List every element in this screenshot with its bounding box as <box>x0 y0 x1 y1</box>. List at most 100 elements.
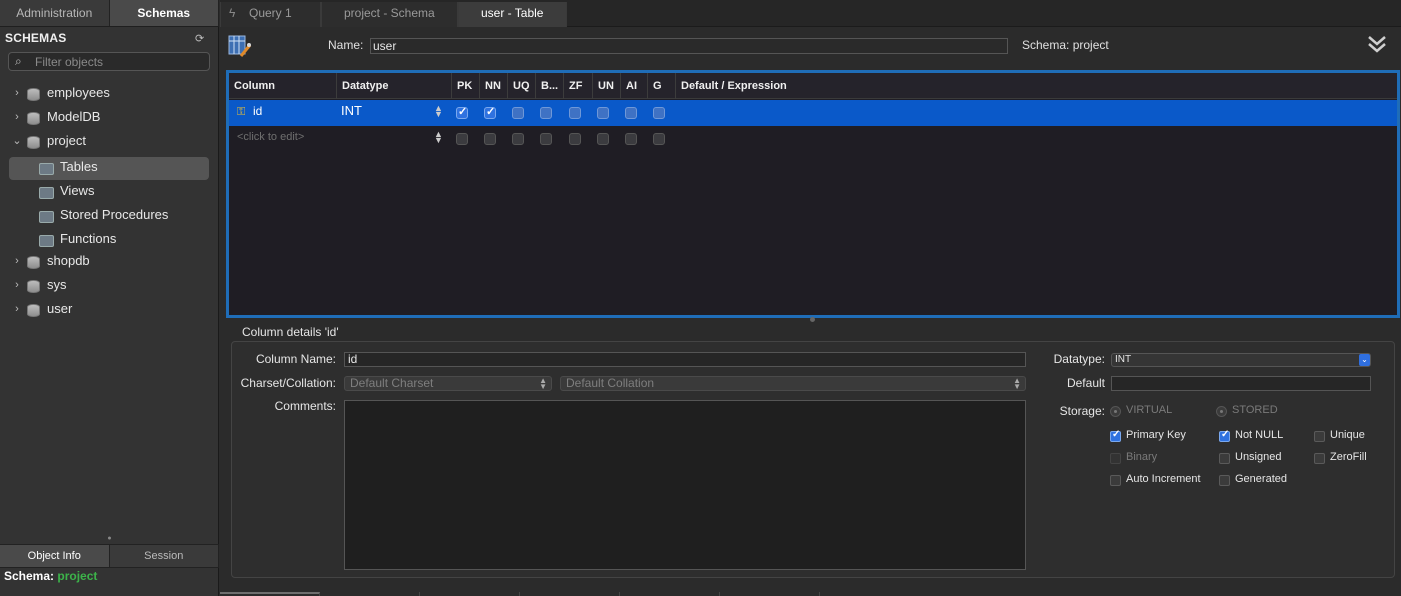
collation-select[interactable]: Default Collation ▲ ▼ <box>560 376 1026 391</box>
primary-key-checkbox[interactable] <box>1110 429 1121 442</box>
zf-checkbox[interactable] <box>569 133 581 145</box>
filter-input[interactable] <box>35 54 205 69</box>
table-name-input[interactable]: user <box>370 38 1008 54</box>
tree-item-modeldb[interactable]: › ModelDB <box>0 106 219 129</box>
tree-item-tables[interactable]: Tables <box>9 157 209 180</box>
bottom-tab-triggers[interactable] <box>520 592 620 596</box>
bottom-tab-columns[interactable] <box>220 592 320 596</box>
schema-value: project <box>1072 38 1109 52</box>
header-column[interactable]: Column <box>229 73 337 99</box>
header-g[interactable]: G <box>648 73 676 99</box>
header-un[interactable]: UN <box>593 73 621 99</box>
chevron-right-icon[interactable]: › <box>12 274 22 297</box>
object-info-schema: Schema: project <box>4 569 97 583</box>
tab-administration[interactable]: Administration <box>0 0 110 26</box>
database-icon <box>27 88 40 101</box>
header-nn[interactable]: NN <box>480 73 508 99</box>
binary-checkbox[interactable] <box>540 107 552 119</box>
tree-item-employees[interactable]: › employees <box>0 82 219 105</box>
datatype-stepper-icon[interactable]: ▲ ▼ <box>434 130 443 145</box>
tab-object-info[interactable]: Object Info <box>0 545 110 567</box>
header-datatype[interactable]: Datatype <box>337 73 452 99</box>
tree-item-views[interactable]: Views <box>0 181 219 204</box>
datatype-stepper-icon[interactable]: ▲ ▼ <box>434 104 443 119</box>
bottom-tab-partitioning[interactable] <box>620 592 720 596</box>
table-row[interactable]: <click to edit> ▲ ▼ <box>229 126 1397 152</box>
datatype-cell[interactable]: INT <box>341 100 362 126</box>
tab-user-table[interactable]: user - Table <box>458 2 567 27</box>
unsigned-label: Unsigned <box>1235 451 1282 463</box>
unique-checkbox[interactable] <box>1314 431 1325 442</box>
unsigned-checkbox[interactable] <box>1219 453 1230 464</box>
tree-item-project[interactable]: ⌄ project <box>0 130 219 153</box>
bottom-tab-options[interactable] <box>720 592 820 596</box>
tab-schemas[interactable]: Schemas <box>109 0 219 26</box>
zf-checkbox[interactable] <box>569 107 581 119</box>
chevron-down-icon: ⌄ <box>1359 354 1370 366</box>
chevron-right-icon[interactable]: › <box>12 106 22 129</box>
stored-radio[interactable] <box>1216 406 1227 417</box>
key-icon: ⚿ <box>237 106 246 118</box>
tab-label: user - Table <box>481 6 544 20</box>
header-b[interactable]: B... <box>536 73 564 99</box>
tree-item-functions[interactable]: Functions <box>0 229 219 252</box>
nn-checkbox[interactable] <box>484 133 496 145</box>
header-ai[interactable]: AI <box>621 73 648 99</box>
charset-select[interactable]: Default Charset ▲ ▼ <box>344 376 552 391</box>
database-icon <box>27 112 40 125</box>
uq-checkbox[interactable] <box>512 107 524 119</box>
column-name-input[interactable]: id <box>344 352 1026 367</box>
header-zf[interactable]: ZF <box>564 73 593 99</box>
pk-checkbox[interactable] <box>456 105 468 119</box>
chevron-right-icon[interactable]: › <box>12 298 22 321</box>
generated-checkbox[interactable] <box>1219 475 1230 486</box>
tab-session[interactable]: Session <box>110 545 219 567</box>
tab-query-1[interactable]: ϟ Query 1 <box>220 2 321 27</box>
not-null-checkbox[interactable] <box>1219 429 1230 442</box>
g-checkbox[interactable] <box>653 107 665 119</box>
column-name-cell[interactable]: id <box>253 100 262 126</box>
tree-item-label: user <box>47 301 73 316</box>
header-uq[interactable]: UQ <box>508 73 536 99</box>
virtual-radio[interactable] <box>1110 406 1121 417</box>
ai-checkbox[interactable] <box>625 107 637 119</box>
uq-checkbox[interactable] <box>512 133 524 145</box>
tree-item-stored-procedures[interactable]: Stored Procedures <box>0 205 219 228</box>
tree-item-shopdb[interactable]: › shopdb <box>0 250 219 273</box>
binary-checkbox[interactable] <box>540 133 552 145</box>
auto-increment-checkbox[interactable] <box>1110 475 1121 486</box>
zerofill-checkbox[interactable] <box>1314 453 1325 464</box>
binary-checkbox[interactable] <box>1110 453 1121 464</box>
chevron-right-icon[interactable]: › <box>12 82 22 105</box>
un-checkbox[interactable] <box>597 107 609 119</box>
tree-item-user[interactable]: › user <box>0 298 219 321</box>
un-checkbox[interactable] <box>597 133 609 145</box>
bottom-tab-indexes[interactable] <box>320 592 420 596</box>
tab-project-schema[interactable]: project - Schema <box>321 2 458 27</box>
ai-checkbox[interactable] <box>625 133 637 145</box>
comments-textarea[interactable] <box>344 400 1026 570</box>
nn-checkbox[interactable] <box>484 105 496 119</box>
tree-item-sys[interactable]: › sys <box>0 274 219 297</box>
refresh-icon[interactable]: ⟳ <box>195 32 204 45</box>
datatype-select[interactable]: INT ⌄ <box>1111 353 1371 367</box>
not-null-label: Not NULL <box>1235 429 1284 441</box>
tables-folder-icon <box>39 163 54 175</box>
g-checkbox[interactable] <box>653 133 665 145</box>
header-pk[interactable]: PK <box>452 73 480 99</box>
column-name-cell[interactable]: <click to edit> <box>237 126 304 152</box>
collapse-icon[interactable] <box>1366 33 1388 55</box>
splitter-handle[interactable] <box>810 317 815 322</box>
pk-checkbox[interactable] <box>456 133 468 145</box>
collation-value: Default Collation <box>566 376 655 390</box>
charset-value: Default Charset <box>350 376 434 390</box>
header-default[interactable]: Default / Expression <box>676 73 1397 99</box>
bottom-tab-foreign-keys[interactable] <box>420 592 520 596</box>
datatype-label: Datatype: <box>1053 352 1105 366</box>
chevron-right-icon[interactable]: › <box>12 250 22 273</box>
table-row[interactable]: ⚿ id INT ▲ ▼ <box>229 100 1397 126</box>
default-input[interactable] <box>1111 376 1371 391</box>
chevron-down-icon[interactable]: ⌄ <box>12 130 22 153</box>
column-name-label: Column Name: <box>255 352 336 366</box>
sidebar-splitter[interactable]: ● <box>0 535 219 543</box>
